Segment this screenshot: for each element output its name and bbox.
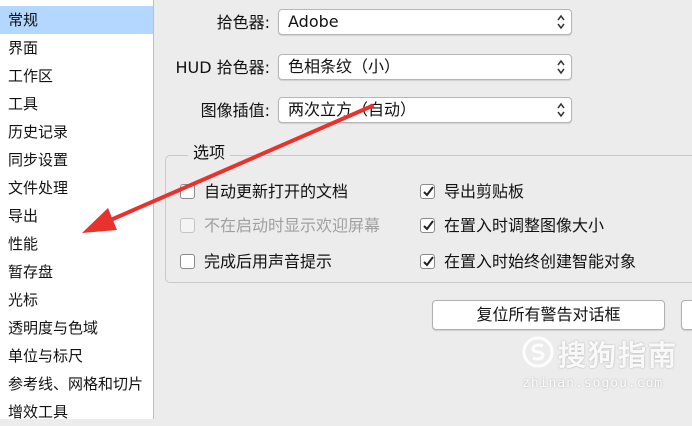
sidebar-item-export[interactable]: 导出 [0,202,153,230]
image-interpolation-value: 两次立方（自动） [288,100,417,119]
checkmark-icon [423,256,434,267]
checkbox-checked[interactable] [420,254,435,269]
checkbox-checked[interactable] [420,184,435,199]
sidebar-item-interface[interactable]: 界面 [0,34,153,62]
sogou-logo-icon [522,336,554,368]
sidebar-item-general[interactable]: 常规 [0,6,153,34]
sidebar-item-sync-settings[interactable]: 同步设置 [0,146,153,174]
preferences-sidebar: 常规 界面 工作区 工具 历史记录 同步设置 文件处理 导出 性能 暂存盘 光标… [0,0,154,421]
checkbox-checked[interactable] [420,218,435,233]
checkbox-unchecked-disabled [180,218,195,233]
checkbox-label: 在置入时始终创建智能对象 [444,252,637,271]
sidebar-item-guides-grid[interactable]: 参考线、网格和切片 [0,370,153,398]
checkbox-label: 导出剪贴板 [444,182,525,201]
image-interpolation-select[interactable]: 两次立方（自动） [278,97,572,123]
sidebar-item-units-rulers[interactable]: 单位与标尺 [0,342,153,370]
options-group-title: 选项 [188,142,231,164]
sidebar-item-performance[interactable]: 性能 [0,230,153,258]
watermark-url: zhinan.sogou.com [522,376,664,391]
color-picker-value: Adobe [288,12,339,31]
checkbox-label: 自动更新打开的文档 [204,182,349,201]
stepper-arrows-icon [557,59,565,75]
reset-all-warnings-button[interactable]: 复位所有警告对话框 [432,300,665,330]
image-interpolation-label: 图像插值: [200,101,270,120]
sidebar-item-scratch-disks[interactable]: 暂存盘 [0,258,153,286]
next-button-partial[interactable] [681,300,692,330]
checkbox-label: 在置入时调整图像大小 [444,216,605,235]
checkbox-label: 不在启动时显示欢迎屏幕 [204,216,381,235]
stepper-arrows-icon [557,14,565,30]
sidebar-item-history[interactable]: 历史记录 [0,118,153,146]
watermark-text: 搜狗指南 [558,339,679,372]
sidebar-item-workspace[interactable]: 工作区 [0,62,153,90]
checkbox-unchecked[interactable] [180,184,195,199]
sidebar-item-transparency[interactable]: 透明度与色域 [0,314,153,342]
sidebar-item-file-handling[interactable]: 文件处理 [0,174,153,202]
sidebar-item-plugins[interactable]: 增效工具 [0,398,153,426]
stepper-arrows-icon [557,102,565,118]
hud-color-picker-label: HUD 拾色器: [175,58,270,77]
color-picker-label: 拾色器: [216,13,270,32]
checkmark-icon [423,186,434,197]
color-picker-select[interactable]: Adobe [278,9,572,35]
hud-color-picker-select[interactable]: 色相条纹（小） [278,54,572,80]
checkbox-unchecked[interactable] [180,254,195,269]
checkmark-icon [423,220,434,231]
checkbox-label: 完成后用声音提示 [204,252,333,271]
sogou-watermark: 搜狗指南 zhinan.sogou.com [522,330,692,419]
hud-color-picker-value: 色相条纹（小） [288,57,401,76]
sidebar-item-tools[interactable]: 工具 [0,90,153,118]
sidebar-item-cursors[interactable]: 光标 [0,286,153,314]
